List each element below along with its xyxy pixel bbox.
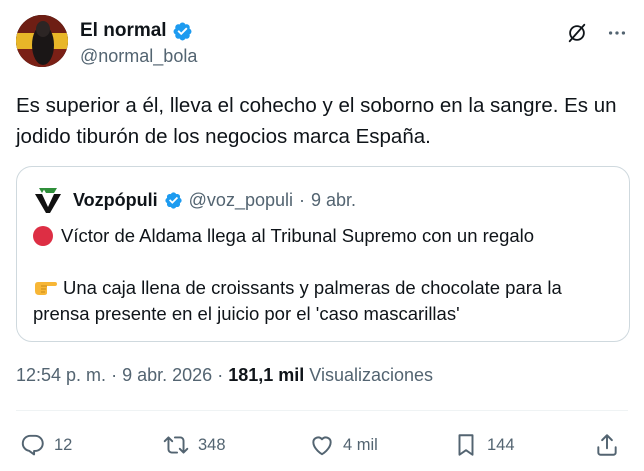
avatar-image <box>16 15 68 67</box>
tweet-header: El normal @normal_bola <box>80 19 197 68</box>
like-button[interactable]: 4 mil <box>309 428 378 462</box>
quoted-line1-text: Víctor de Aldama llega al Tribunal Supre… <box>61 225 535 246</box>
divider <box>16 410 628 411</box>
quoted-author-handle: @voz_populi <box>188 189 293 210</box>
action-bar: 12 348 4 mil 144 <box>16 428 628 462</box>
quoted-tweet[interactable]: Vozpópuli @voz_populi · 9 abr. Víctor de… <box>16 166 630 342</box>
grok-icon[interactable] <box>566 22 588 44</box>
bookmark-button[interactable]: 144 <box>453 428 515 462</box>
quoted-line1: Víctor de Aldama llega al Tribunal Supre… <box>33 223 534 249</box>
verified-badge-icon <box>165 191 182 209</box>
reply-count: 12 <box>54 435 73 454</box>
quoted-author-name: Vozpópuli <box>73 189 158 210</box>
vozpopuli-logo-icon <box>35 188 61 213</box>
author-handle[interactable]: @normal_bola <box>80 44 197 68</box>
tweet-text: Es superior a él, lleva el cohecho y el … <box>16 94 617 148</box>
repost-count: 348 <box>198 435 226 454</box>
reply-icon <box>21 434 44 456</box>
quoted-line2: Una caja llena de croissants y palmeras … <box>33 275 623 327</box>
pointing-hand-icon <box>35 282 57 295</box>
heart-icon <box>312 436 332 456</box>
quoted-separator: · <box>299 189 305 210</box>
repost-button[interactable]: 348 <box>162 428 226 462</box>
verified-badge-icon <box>173 22 192 40</box>
views-count: 181,1 mil <box>228 365 305 385</box>
like-count: 4 mil <box>343 435 378 454</box>
quoted-tweet-header: Vozpópuli @voz_populi · 9 abr. <box>33 186 356 214</box>
quoted-date: 9 abr. <box>311 189 357 210</box>
tweet-date[interactable]: 9 abr. 2026 <box>122 365 212 385</box>
share-button[interactable] <box>594 428 620 462</box>
bookmark-icon <box>458 434 474 456</box>
more-icon[interactable] <box>606 22 628 44</box>
top-actions <box>566 22 628 44</box>
quoted-line2-text: Una caja llena de croissants y palmeras … <box>33 277 562 324</box>
tweet-time[interactable]: 12:54 p. m. <box>16 365 106 385</box>
avatar[interactable] <box>16 15 68 67</box>
meta-separator: · <box>111 365 118 385</box>
share-icon <box>597 434 617 456</box>
bookmark-count: 144 <box>487 435 515 454</box>
red-circle-icon <box>33 226 53 246</box>
author-name[interactable]: El normal <box>80 19 167 43</box>
views-label: Visualizaciones <box>309 365 434 385</box>
reply-button[interactable]: 12 <box>20 428 72 462</box>
meta-separator: · <box>217 365 224 385</box>
repost-icon <box>163 436 189 454</box>
tweet-meta: 12:54 p. m. · 9 abr. 2026 · 181,1 mil Vi… <box>16 365 433 386</box>
